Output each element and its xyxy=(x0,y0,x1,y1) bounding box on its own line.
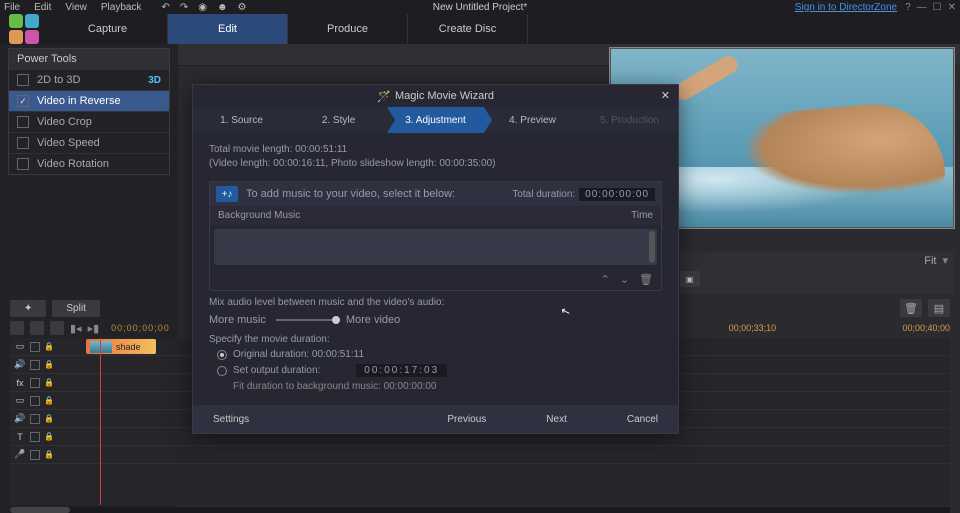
goto-start-icon[interactable]: ▮◂ xyxy=(70,322,82,335)
music-list[interactable] xyxy=(214,229,657,265)
original-duration-label: Original duration: 00:00:51:11 xyxy=(233,349,364,360)
more-video-label: More video xyxy=(346,314,400,326)
menu-view[interactable]: View xyxy=(65,2,87,13)
specify-duration-label: Specify the movie duration: xyxy=(209,334,662,345)
gear-icon[interactable]: ⚙ xyxy=(237,2,246,13)
track-view-icon[interactable] xyxy=(30,321,44,335)
tab-capture[interactable]: Capture xyxy=(48,14,168,44)
close-icon[interactable]: ✕ xyxy=(948,2,956,13)
audio-track-icon: 🔊 xyxy=(14,359,26,371)
threeD-icon: 3D xyxy=(148,75,161,86)
wizard-steps: 1. Source 2. Style 3. Adjustment 4. Prev… xyxy=(193,107,678,133)
step-preview[interactable]: 4. Preview xyxy=(484,107,581,133)
fx-track-icon: fx xyxy=(14,377,26,389)
goto-end-icon[interactable]: ▸▮ xyxy=(88,322,100,335)
timeline-clip[interactable]: shade xyxy=(86,339,156,354)
scrollbar-icon[interactable] xyxy=(649,231,655,263)
app-logo xyxy=(0,14,48,44)
tab-edit[interactable]: Edit xyxy=(168,14,288,44)
move-up-icon[interactable]: ⌃ xyxy=(601,273,610,286)
maximize-icon[interactable]: ☐ xyxy=(933,2,942,13)
track-visible-checkbox[interactable] xyxy=(30,342,40,352)
total-duration-value: 00:00:00:00 xyxy=(579,188,655,201)
snapshot-icon[interactable]: ▣ xyxy=(680,271,700,287)
menu-edit[interactable]: Edit xyxy=(34,2,51,13)
radio-original[interactable] xyxy=(217,350,227,360)
add-music-icon[interactable]: +♪ xyxy=(216,186,238,202)
mode-tabs: Capture Edit Produce Create Disc xyxy=(0,14,960,44)
add-music-label: To add music to your video, select it be… xyxy=(246,188,455,200)
tab-create-disc[interactable]: Create Disc xyxy=(408,14,528,44)
timeline-scrollbar[interactable] xyxy=(10,507,950,513)
title-track-icon: T xyxy=(14,431,26,443)
lock-icon[interactable]: 🔒 xyxy=(44,342,54,352)
delete-music-icon[interactable]: 🗑 xyxy=(639,273,653,286)
timeline-timecode: 00;00;00;00 xyxy=(111,323,170,333)
cancel-button[interactable]: Cancel xyxy=(627,414,658,425)
menu-playback[interactable]: Playback xyxy=(101,2,142,13)
pt-video-speed[interactable]: Video Speed xyxy=(9,132,169,153)
previous-button[interactable]: Previous xyxy=(447,414,486,425)
fit-duration-label: Fit duration to background music: 00:00:… xyxy=(233,381,662,392)
mix-label: Mix audio level between music and the vi… xyxy=(209,297,662,308)
signin-link[interactable]: Sign in to DirectorZone xyxy=(795,2,897,13)
track-zoom-icon[interactable] xyxy=(50,321,64,335)
pt-video-rotation[interactable]: Video Rotation xyxy=(9,153,169,174)
project-title: New Untitled Project* xyxy=(433,2,527,13)
arrange-icon[interactable]: ▤ xyxy=(928,299,950,317)
modal-title: Magic Movie Wizard xyxy=(395,90,494,102)
col-time: Time xyxy=(631,210,653,221)
disc-icon[interactable]: ◉ xyxy=(198,2,207,13)
next-button[interactable]: Next xyxy=(546,414,567,425)
step-style[interactable]: 2. Style xyxy=(290,107,387,133)
undo-icon[interactable]: ↶ xyxy=(161,2,169,13)
help-icon[interactable]: ? xyxy=(905,2,911,13)
video-track-icon: ▭ xyxy=(14,341,26,353)
tab-produce[interactable]: Produce xyxy=(288,14,408,44)
menubar: File Edit View Playback ↶ ↷ ◉ ☻ ⚙ New Un… xyxy=(0,0,960,14)
power-tools-head: Power Tools xyxy=(9,49,169,69)
total-length-label: Total movie length: 00:00:51:11 xyxy=(209,143,662,157)
mix-slider[interactable] xyxy=(276,319,336,321)
total-duration-label: Total duration: xyxy=(512,189,575,200)
col-bg-music: Background Music xyxy=(218,210,631,221)
more-music-label: More music xyxy=(209,314,266,326)
track-voice: 🎤🔒 xyxy=(10,446,950,464)
minimize-icon[interactable]: — xyxy=(917,2,927,13)
split-button[interactable]: Split xyxy=(52,300,99,317)
modal-close-icon[interactable]: ✕ xyxy=(661,89,670,102)
output-duration-field[interactable]: 00:00:17:03 xyxy=(356,364,447,377)
trash-icon[interactable]: 🗑 xyxy=(900,299,922,317)
face-icon[interactable]: ☻ xyxy=(217,2,228,13)
video-length-label: (Video length: 00:00:16:11, Photo slides… xyxy=(209,157,662,171)
track-settings-icon[interactable] xyxy=(10,321,24,335)
step-production: 5. Production xyxy=(581,107,678,133)
menu-file[interactable]: File xyxy=(4,2,20,13)
set-output-label: Set output duration: xyxy=(233,365,320,376)
pt-video-crop[interactable]: Video Crop xyxy=(9,111,169,132)
pt-2d-to-3d[interactable]: 2D to 3D3D xyxy=(9,69,169,90)
fit-label[interactable]: Fit xyxy=(924,255,936,267)
wizard-icon: 🪄 xyxy=(377,90,389,102)
redo-icon[interactable]: ↷ xyxy=(180,2,188,13)
move-down-icon[interactable]: ⌄ xyxy=(620,273,629,286)
magic-movie-wizard-modal: 🪄 Magic Movie Wizard ✕ 1. Source 2. Styl… xyxy=(192,84,679,434)
pt-video-reverse[interactable]: Video in Reverse xyxy=(9,90,169,111)
magic-tool-icon[interactable]: ✦ xyxy=(10,300,46,317)
step-source[interactable]: 1. Source xyxy=(193,107,290,133)
music-box: +♪ To add music to your video, select it… xyxy=(209,181,662,291)
radio-set-output[interactable] xyxy=(217,366,227,376)
mic-track-icon: 🎤 xyxy=(14,449,26,461)
settings-button[interactable]: Settings xyxy=(213,414,249,425)
step-adjustment[interactable]: 3. Adjustment xyxy=(387,107,484,133)
